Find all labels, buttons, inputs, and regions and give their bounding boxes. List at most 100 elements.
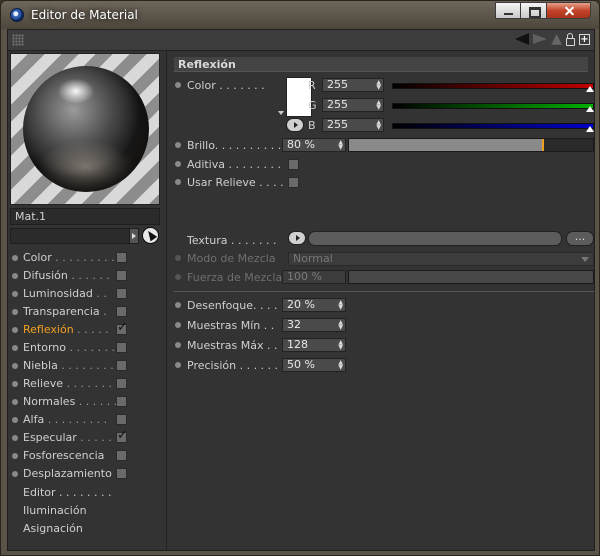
filter-field[interactable] — [10, 228, 130, 244]
channel-item[interactable]: Fosforescencia — [8, 447, 166, 465]
channel-item[interactable]: Relieve . . . . . . . — [8, 375, 166, 393]
min-samples-field[interactable]: 32 ▲ ▼ — [282, 318, 346, 332]
brillo-slider-handle[interactable] — [542, 139, 545, 151]
lock-icon[interactable] — [566, 32, 575, 46]
mix-strength-field: 100 % — [282, 270, 346, 284]
color-options-button[interactable] — [286, 118, 304, 132]
channel-dot-icon — [12, 255, 18, 261]
channel-item[interactable]: Difusión . . . . . . — [8, 267, 166, 285]
window-title: Editor de Material — [31, 8, 138, 22]
max-samples-field[interactable]: 128 ▲ ▼ — [282, 338, 346, 352]
aditiva-checkbox[interactable] — [288, 159, 299, 170]
texture-slot[interactable] — [308, 231, 562, 246]
max-samples-anim-dot[interactable] — [175, 342, 181, 348]
channel-dot-icon — [12, 363, 18, 369]
new-window-icon[interactable]: + — [579, 33, 590, 45]
forward-arrow-icon[interactable] — [533, 34, 548, 44]
channel-checkbox[interactable] — [116, 360, 127, 371]
aditiva-anim-dot[interactable] — [175, 161, 181, 167]
channel-checkbox[interactable] — [116, 270, 127, 281]
channel-item[interactable]: Especular . . . . . — [8, 428, 166, 447]
minimize-button[interactable] — [495, 2, 521, 19]
color-anim-dot[interactable] — [175, 82, 181, 88]
channel-label: Color . . . . . . . . . — [23, 251, 115, 264]
channel-dot-icon — [12, 471, 18, 477]
editor-item[interactable]: Editor . . . . . . . . — [23, 486, 112, 499]
close-button[interactable] — [547, 2, 591, 19]
preview-sphere — [23, 66, 149, 192]
blur-label: Desenfoque. . . . — [187, 299, 278, 312]
channel-label: Normales . . . . . . — [23, 395, 118, 408]
channel-label: Especular . . . . . — [23, 431, 112, 444]
channel-checkbox[interactable] — [116, 396, 127, 407]
channel-checkbox[interactable] — [116, 414, 127, 425]
blue-slider[interactable] — [392, 123, 594, 132]
channel-item[interactable]: Niebla . . . . . . . . — [8, 357, 166, 375]
grip-icon[interactable] — [12, 34, 24, 46]
illumination-item[interactable]: Iluminación — [23, 504, 87, 517]
blur-anim-dot[interactable] — [175, 302, 181, 308]
precision-field[interactable]: 50 % ▲ ▼ — [282, 358, 346, 372]
channel-dot-icon — [12, 453, 18, 459]
channel-item[interactable]: Normales . . . . . . — [8, 393, 166, 411]
color-label: Color . . . . . . . — [187, 79, 265, 92]
channel-dot-icon — [12, 273, 18, 279]
maximize-button[interactable] — [521, 2, 547, 19]
channel-checkbox[interactable] — [116, 320, 128, 335]
channel-checkbox[interactable] — [116, 450, 127, 461]
channel-item[interactable]: Desplazamiento — [8, 465, 166, 483]
back-arrow-icon[interactable] — [515, 33, 530, 45]
color-menu-icon[interactable] — [278, 111, 284, 115]
texture-browse-button[interactable]: ... — [566, 231, 594, 246]
channel-label: Fosforescencia — [23, 449, 105, 462]
relieve-anim-dot[interactable] — [175, 179, 181, 185]
channel-item[interactable]: Luminosidad . . — [8, 285, 166, 303]
precision-anim-dot[interactable] — [175, 362, 181, 368]
star-icon[interactable]: ▲ — [551, 32, 562, 46]
channel-dot-icon — [12, 345, 18, 351]
channel-item[interactable]: Transparencia . — [8, 303, 166, 321]
cinema4d-logo-icon — [10, 8, 24, 22]
red-slider[interactable] — [392, 83, 594, 92]
title-bar[interactable]: Editor de Material — [1, 1, 599, 29]
brillo-anim-dot[interactable] — [175, 142, 181, 148]
channel-item[interactable]: Reflexión . . . . . — [8, 320, 166, 339]
brillo-slider[interactable] — [348, 138, 594, 152]
filter-arrow-button[interactable] — [129, 228, 139, 244]
channel-item[interactable]: Entorno . . . . . . . — [8, 339, 166, 357]
channel-checkbox[interactable] — [116, 288, 127, 299]
toolbar: ▲ + — [8, 30, 594, 51]
blur-value-field[interactable]: 20 % ▲ ▼ — [282, 298, 346, 312]
material-preview[interactable] — [10, 53, 160, 205]
min-samples-anim-dot[interactable] — [175, 322, 181, 328]
material-name-field[interactable]: Mat.1 — [10, 208, 160, 225]
b-value-field[interactable]: 255 ▲ ▼ — [322, 118, 384, 132]
cursor-picker-icon[interactable] — [142, 227, 159, 244]
mix-strength-slider — [348, 270, 594, 284]
brillo-label: Brillo. . . . . . . . . . — [187, 139, 282, 152]
editor-client-area: ▲ + Mat.1 Color . . . . . . . . . Difusió… — [7, 29, 595, 551]
r-value-field[interactable]: 255 ▲ ▼ — [322, 78, 384, 92]
channel-dot-icon — [12, 309, 18, 315]
channel-label: Transparencia . — [23, 305, 107, 318]
mix-strength-anim-dot — [175, 274, 181, 280]
channel-item[interactable]: Color . . . . . . . . . — [8, 249, 166, 267]
channel-checkbox[interactable] — [116, 428, 128, 443]
channel-dot-icon — [12, 435, 18, 441]
channel-checkbox[interactable] — [116, 342, 127, 353]
mix-mode-dropdown: Normal — [288, 252, 594, 266]
green-slider[interactable] — [392, 103, 594, 112]
channel-checkbox[interactable] — [116, 306, 127, 317]
channel-item[interactable]: Alfa . . . . . . . . . — [8, 411, 166, 429]
channel-dot-icon — [12, 381, 18, 387]
channel-checkbox[interactable] — [116, 378, 127, 389]
channel-checkbox[interactable] — [116, 468, 127, 479]
use-bump-checkbox[interactable] — [288, 177, 299, 188]
texture-label: Textura . . . . . . . — [187, 234, 277, 247]
b-label: B — [308, 119, 316, 132]
channel-checkbox[interactable] — [116, 252, 127, 263]
brillo-value-field[interactable]: 80 % ▲ ▼ — [282, 138, 346, 152]
assignment-item[interactable]: Asignación — [23, 522, 83, 535]
g-value-field[interactable]: 255 ▲ ▼ — [322, 98, 384, 112]
texture-options-button[interactable] — [288, 231, 306, 245]
